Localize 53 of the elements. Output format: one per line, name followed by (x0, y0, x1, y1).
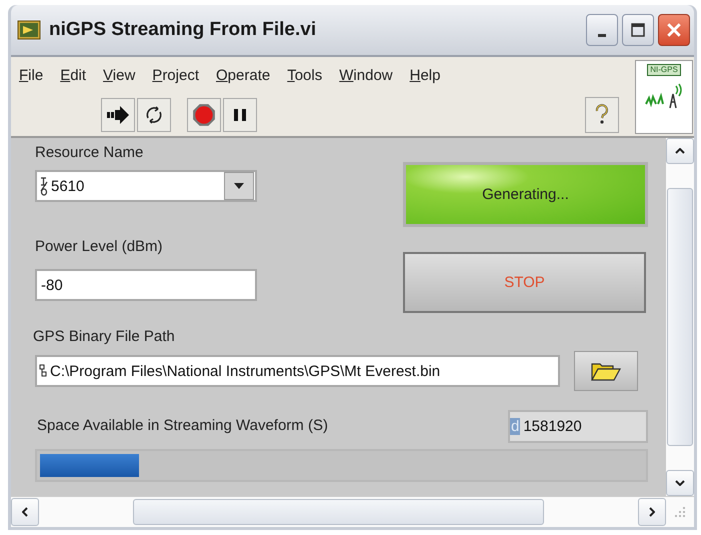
chevron-down-icon (675, 480, 685, 486)
menu-item[interactable]: Tools (287, 67, 322, 84)
scroll-down-button[interactable] (666, 470, 694, 496)
maximize-button[interactable] (622, 14, 654, 46)
menu-item[interactable]: File (19, 67, 44, 84)
arrow-icon (106, 105, 130, 125)
caret-icon (234, 183, 244, 189)
scroll-up-button[interactable] (666, 138, 694, 164)
vi-icon (17, 20, 41, 40)
menu-item[interactable]: Help (410, 67, 440, 84)
vertical-scrollbar[interactable] (666, 138, 694, 496)
minimize-icon (598, 34, 606, 36)
numeric-indicator: d 1581920 (508, 410, 648, 442)
resize-grip-icon[interactable] (674, 506, 686, 518)
abort-button[interactable] (187, 98, 221, 132)
menu-item[interactable]: Edit (60, 67, 86, 84)
run-button[interactable] (101, 98, 135, 132)
chevron-up-icon (675, 148, 685, 154)
menu-item[interactable]: Window (339, 67, 393, 84)
folder-icon (591, 361, 621, 381)
run-continuously-button[interactable] (137, 98, 171, 132)
close-icon (666, 22, 682, 38)
field-label: Power Level (dBm) (35, 238, 164, 256)
file-path-field[interactable]: C:\Program Files\National Instruments\GPS\Mt Everest.bin (35, 355, 560, 387)
chevron-left-icon (22, 507, 28, 517)
horizontal-scrollbar[interactable] (11, 498, 666, 526)
menu-item[interactable]: Project (152, 67, 199, 84)
scroll-left-button[interactable] (11, 498, 39, 526)
maximize-icon (631, 23, 645, 37)
window-title: niGPS Streaming From File.vi (49, 19, 316, 41)
scroll-thumb[interactable] (667, 188, 693, 446)
minimize-button[interactable] (586, 14, 618, 46)
scroll-thumb[interactable] (133, 499, 544, 525)
close-button[interactable] (658, 14, 690, 46)
status-indicator: Generating... (403, 162, 648, 227)
question-mark-icon (594, 104, 610, 126)
field-label: Space Available in Streaming Waveform (S) (36, 417, 328, 435)
browse-button[interactable] (574, 351, 638, 391)
field-label: Resource Name (35, 144, 144, 162)
menu-item[interactable]: Operate (216, 67, 270, 84)
field-label: GPS Binary File Path (33, 328, 176, 346)
io-icon (39, 176, 49, 196)
stop-sign-icon (192, 103, 216, 127)
power-level-field[interactable]: -80 (35, 269, 257, 301)
menu-item[interactable]: View (103, 67, 136, 84)
path-icon (39, 364, 47, 378)
help-button[interactable] (585, 97, 619, 133)
resource-dropdown[interactable]: 5610 (35, 170, 257, 202)
vi-icon-label: NI-GPS (647, 64, 681, 76)
pause-icon (232, 107, 248, 123)
pause-button[interactable] (223, 98, 257, 132)
chevron-right-icon (649, 507, 655, 517)
scroll-right-button[interactable] (638, 498, 666, 526)
